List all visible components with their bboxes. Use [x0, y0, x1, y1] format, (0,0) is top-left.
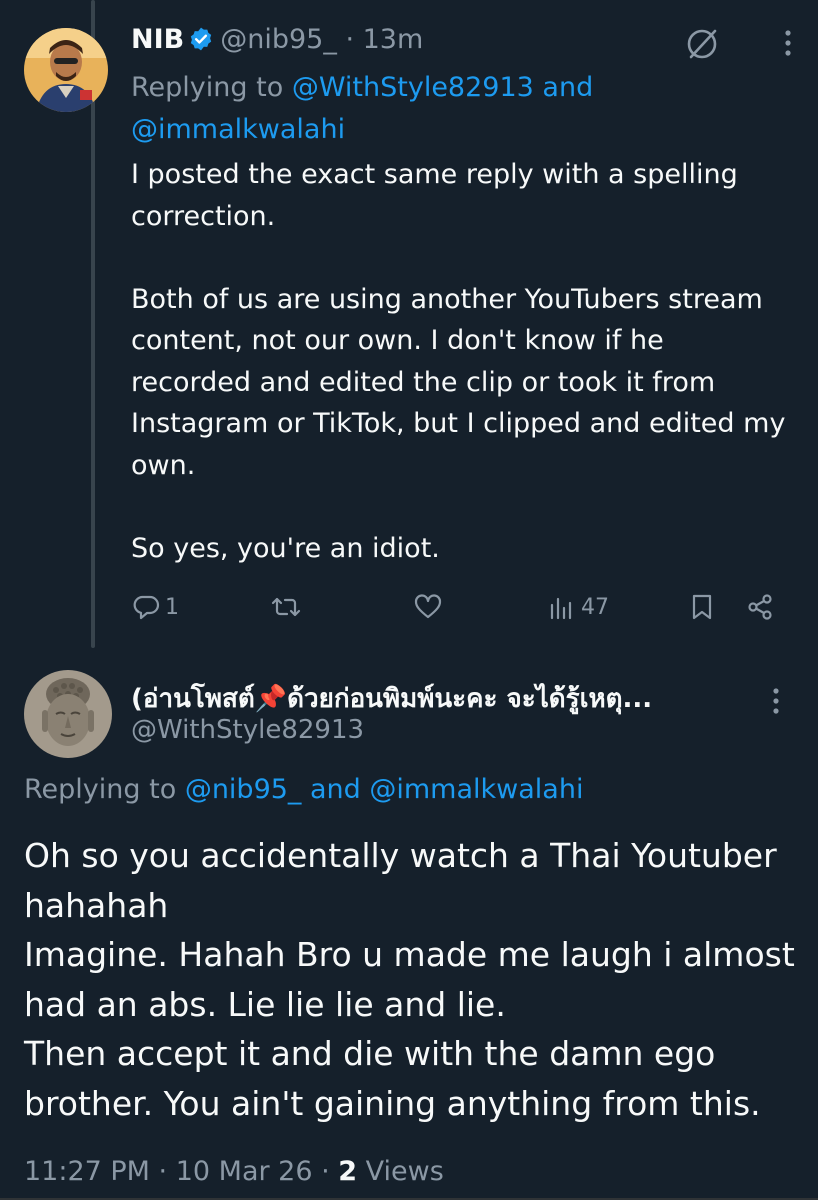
views-button[interactable]: 47	[547, 588, 609, 626]
views-count: 47	[581, 594, 609, 620]
tweet1-paragraph: I posted the exact same reply with a spe…	[131, 159, 738, 232]
more-options-icon[interactable]	[770, 686, 782, 716]
avatar-withstyle82913[interactable]	[24, 670, 112, 758]
like-button[interactable]	[413, 588, 447, 626]
tweet1-author-name[interactable]: NIB	[131, 24, 184, 55]
mention-and[interactable]: and	[542, 72, 593, 103]
retweet-icon	[271, 597, 301, 617]
replying-to-label: Replying to	[131, 72, 284, 103]
tweet1-text: I posted the exact same reply with a spe…	[131, 154, 791, 611]
replying-to-label: Replying to	[24, 774, 177, 805]
tweet2-author-name[interactable]: (อ่านโพสต์📌ด้วยก่อนพิมพ์นะคะ จะได้รู้เหต…	[131, 678, 761, 719]
reply-icon	[133, 595, 160, 620]
grok-icon[interactable]	[684, 26, 720, 62]
mention-withstyle82913[interactable]: @WithStyle82913	[292, 72, 534, 103]
heart-icon	[414, 594, 442, 619]
bookmark-button[interactable]	[687, 588, 717, 626]
tweet2-meta: 11:27 PM · 10 Mar 26 · 2 Views	[24, 1156, 444, 1187]
avatar-nib[interactable]	[24, 28, 108, 112]
tweet2-author-handle[interactable]: @WithStyle82913	[131, 715, 364, 745]
reply-button[interactable]: 1	[131, 588, 179, 626]
tweet2-body-text: Oh so you accidentally watch a Thai Yout…	[24, 836, 795, 1123]
tweet1-replying-to: Replying to @WithStyle82913 and @immalkw…	[131, 67, 771, 151]
tweet2-replying-to: Replying to @nib95_ and @immalkwalahi	[24, 774, 583, 805]
tweet1-timestamp[interactable]: · 13m	[345, 24, 423, 55]
tweet1-paragraph: So yes, you're an idiot.	[131, 532, 440, 564]
mentions-link[interactable]: @nib95_ and @immalkwalahi	[185, 774, 584, 805]
share-button[interactable]	[745, 588, 775, 626]
share-icon	[748, 594, 772, 620]
tweet1-header-actions	[684, 26, 794, 62]
tweet2-views-count: 2	[338, 1156, 358, 1187]
tweet2-views-label: Views	[357, 1156, 444, 1187]
tweet1-author-handle[interactable]: @nib95_	[220, 24, 337, 55]
bookmark-icon	[692, 594, 712, 620]
verified-badge-icon	[191, 27, 212, 51]
reply-count: 1	[165, 594, 179, 620]
tweet1-action-bar: 1 47	[131, 588, 791, 626]
views-chart-icon	[550, 597, 572, 620]
tweet1-paragraph: Both of us are using another YouTubers s…	[131, 283, 786, 481]
tweet2-text: Oh so you accidentally watch a Thai Yout…	[24, 831, 804, 1128]
more-options-icon[interactable]	[782, 28, 794, 58]
mention-immalkwalahi[interactable]: @immalkwalahi	[131, 114, 345, 145]
retweet-button[interactable]	[271, 588, 305, 626]
tweet2-timestamp[interactable]: 11:27 PM · 10 Mar 26 ·	[24, 1156, 338, 1187]
